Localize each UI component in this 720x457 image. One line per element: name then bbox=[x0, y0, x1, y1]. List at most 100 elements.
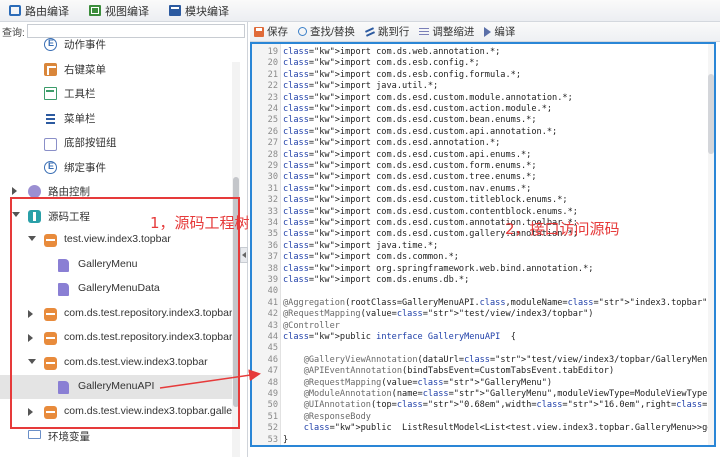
editor-scrollbar-thumb[interactable] bbox=[708, 74, 714, 154]
code-line: 42 @RequestMapping(value=class="str">"tes… bbox=[252, 309, 714, 320]
code-line: 30 class="kw">import com.ds.esd.custom.tr… bbox=[252, 172, 714, 183]
code-line: 34 class="kw">import com.ds.esd.custom.an… bbox=[252, 218, 714, 229]
chevron-down-icon[interactable] bbox=[12, 211, 20, 220]
compile-button[interactable]: 编译 bbox=[484, 24, 515, 39]
code-line: 28 class="kw">import com.ds.esd.custom.ap… bbox=[252, 149, 714, 161]
compile-label: 编译 bbox=[494, 26, 516, 38]
java-file-icon bbox=[58, 381, 69, 394]
project-tree-panel: 查询: 动作事件右键菜单工具栏菜单栏底部按钮组绑定事件路由控制源码工程test.… bbox=[0, 22, 248, 457]
tree-item[interactable]: 菜单栏 bbox=[0, 106, 232, 130]
code-line: 48 @RequestMapping(value=class="str">"Ga… bbox=[252, 377, 714, 389]
tree-item-label: GalleryMenu bbox=[78, 257, 138, 270]
chevron-right-icon[interactable] bbox=[28, 334, 36, 342]
tree-item[interactable]: 路由控制 bbox=[0, 179, 232, 203]
event-icon bbox=[44, 38, 57, 51]
tree-item[interactable]: 环境变量 bbox=[0, 424, 232, 448]
route-edit-button[interactable]: 路由编译 bbox=[6, 2, 72, 20]
main-toolbar: 路由编译 视图编译 模块编译 bbox=[0, 0, 720, 22]
view-edit-button[interactable]: 视图编译 bbox=[86, 2, 152, 20]
code-line: 44 class="kw">public interface GalleryMen… bbox=[252, 332, 714, 343]
line-number: 27 bbox=[267, 138, 278, 149]
tree-item-label: com.ds.test.view.index3.topbar.galle bbox=[64, 404, 232, 417]
tree-item-label: 菜单栏 bbox=[64, 112, 96, 125]
line-source: class="kw">import com.ds.web.annotation.… bbox=[283, 47, 501, 57]
line-source: @APIEventAnnotation(bindTabsEvent=Custom… bbox=[303, 366, 615, 377]
code-line: 36 class="kw">import java.time.*; bbox=[252, 241, 714, 252]
line-source: class="kw">public ListResultModel<List<t… bbox=[303, 423, 714, 434]
code-line: 19 class="kw">import com.ds.web.annotatio… bbox=[252, 47, 714, 58]
tree-item[interactable]: GalleryMenuData bbox=[0, 277, 232, 301]
chevron-down-icon[interactable] bbox=[28, 236, 36, 244]
find-replace-button[interactable]: 查找/替换 bbox=[298, 24, 355, 39]
line-number: 52 bbox=[267, 423, 278, 434]
chevron-right-icon[interactable] bbox=[12, 187, 20, 195]
tree-item-label: GalleryMenuData bbox=[78, 282, 160, 294]
line-source: class="kw">public interface GalleryMenuA… bbox=[283, 332, 516, 342]
line-source: class="kw">import com.ds.esd.custom.api.… bbox=[283, 149, 532, 160]
code-editor[interactable]: 19 class="kw">import com.ds.web.annotatio… bbox=[250, 42, 716, 447]
source-tree-annotation: 1，源码工程树 bbox=[150, 214, 250, 232]
line-number: 22 bbox=[267, 81, 278, 92]
tree-item-label: 环境变量 bbox=[48, 431, 90, 443]
line-source: @Controller bbox=[283, 320, 340, 331]
goto-line-label: 跳到行 bbox=[377, 26, 410, 38]
panel-collapse-handle[interactable] bbox=[240, 247, 248, 263]
tree-item[interactable]: com.ds.test.view.index3.topbar bbox=[0, 351, 232, 375]
java-file-icon bbox=[58, 283, 69, 296]
chevron-right-icon[interactable] bbox=[28, 407, 36, 416]
search-icon bbox=[298, 27, 307, 36]
goto-line-button[interactable]: 跳到行 bbox=[365, 24, 410, 39]
route-edit-icon bbox=[9, 5, 21, 16]
package-icon bbox=[44, 332, 57, 345]
tree-item-label: 绑定事件 bbox=[64, 161, 106, 174]
save-button[interactable]: 保存 bbox=[254, 24, 288, 39]
line-source: class="kw">import com.ds.esd.custom.nav.… bbox=[283, 183, 532, 194]
line-source: class="kw">import com.ds.esd.custom.tree… bbox=[283, 172, 537, 183]
chevron-down-icon[interactable] bbox=[28, 358, 36, 367]
chevron-right-icon[interactable] bbox=[28, 309, 36, 318]
line-number: 42 bbox=[267, 309, 278, 320]
line-number: 37 bbox=[267, 252, 278, 263]
line-number: 43 bbox=[267, 320, 278, 331]
line-number: 48 bbox=[267, 377, 278, 388]
tree-item[interactable]: com.ds.test.repository.index3.topbar bbox=[0, 326, 232, 350]
code-line: 38 class="kw">import org.springframework.… bbox=[252, 263, 714, 275]
module-edit-button[interactable]: 模块编译 bbox=[166, 2, 232, 20]
line-number: 31 bbox=[267, 183, 278, 194]
line-source: class="kw">import com.ds.esd.custom.api.… bbox=[283, 126, 558, 137]
tree-item-label: GalleryMenuAPI bbox=[78, 380, 155, 392]
tree-item[interactable]: GalleryMenu bbox=[0, 253, 232, 277]
tree-item[interactable]: 右键菜单 bbox=[0, 57, 232, 81]
source-project-icon bbox=[28, 209, 41, 223]
line-number: 50 bbox=[267, 400, 278, 411]
code-line: 52 class="kw">public ListResultModel<Lis… bbox=[252, 423, 714, 434]
tree-scrollbar[interactable] bbox=[232, 62, 240, 457]
tree-item[interactable]: com.ds.test.view.index3.topbar.galle bbox=[0, 400, 232, 424]
editor-scrollbar[interactable] bbox=[708, 44, 714, 445]
tree-item-label: 路由控制 bbox=[48, 186, 90, 198]
save-label: 保存 bbox=[267, 26, 288, 38]
line-number: 45 bbox=[267, 343, 278, 354]
env-var-icon bbox=[28, 430, 41, 439]
line-number: 46 bbox=[267, 354, 278, 365]
line-source: class="kw">import com.ds.esb.config.*; bbox=[283, 58, 480, 69]
tree-item[interactable]: GalleryMenuAPI bbox=[0, 375, 232, 399]
tree-item[interactable]: 绑定事件 bbox=[0, 155, 232, 179]
line-number: 19 bbox=[267, 47, 278, 57]
adjust-indent-button[interactable]: 调整缩进 bbox=[419, 24, 474, 39]
tree-item[interactable]: 工具栏 bbox=[0, 81, 232, 105]
code-line: 27 class="kw">import com.ds.esd.annotatio… bbox=[252, 138, 714, 149]
code-line: 45 bbox=[252, 343, 714, 354]
line-number: 29 bbox=[267, 161, 278, 171]
tree-item[interactable]: 底部按钮组 bbox=[0, 130, 232, 154]
code-line: 43 @Controller bbox=[252, 320, 714, 332]
module-edit-label: 模块编译 bbox=[185, 5, 229, 18]
line-number: 44 bbox=[267, 332, 278, 342]
line-source: class="kw">import org.springframework.we… bbox=[283, 263, 594, 274]
line-number: 49 bbox=[267, 389, 278, 399]
tree-item[interactable]: 动作事件 bbox=[0, 32, 232, 56]
tree-item-label: 右键菜单 bbox=[64, 63, 106, 76]
menubar-icon bbox=[44, 112, 57, 125]
tree-item[interactable]: com.ds.test.repository.index3.topbar bbox=[0, 302, 232, 326]
line-number: 47 bbox=[267, 366, 278, 377]
